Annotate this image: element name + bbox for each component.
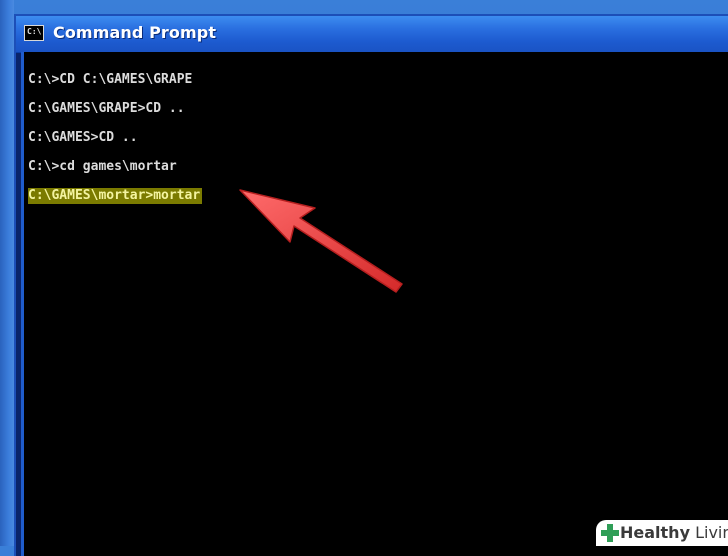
desktop-background bbox=[0, 0, 14, 546]
console-output[interactable]: C:\>CD C:\GAMES\GRAPE C:\GAMES\GRAPE>CD … bbox=[21, 52, 728, 556]
console-line: C:\>cd games\mortar bbox=[28, 159, 177, 174]
cmd-icon-label: C:\ bbox=[27, 27, 42, 36]
console-line: C:\>CD C:\GAMES\GRAPE bbox=[28, 72, 193, 87]
console-line: C:\GAMES\GRAPE>CD .. bbox=[28, 101, 185, 116]
healthy-living-watermark: Healthy Living bbox=[596, 520, 728, 546]
window-title: Command Prompt bbox=[53, 23, 217, 42]
highlighted-command-line: C:\GAMES\mortar>mortar bbox=[28, 188, 203, 204]
cmd-icon[interactable]: C:\ bbox=[24, 25, 44, 41]
green-cross-icon bbox=[601, 524, 619, 542]
command-prompt-window[interactable]: C:\ Command Prompt C:\>CD C:\GAMES\GRAPE… bbox=[14, 14, 728, 556]
watermark-text: Healthy Living bbox=[620, 523, 728, 542]
title-bar[interactable]: C:\ Command Prompt bbox=[16, 16, 728, 53]
console-line: C:\GAMES>CD .. bbox=[28, 130, 138, 145]
